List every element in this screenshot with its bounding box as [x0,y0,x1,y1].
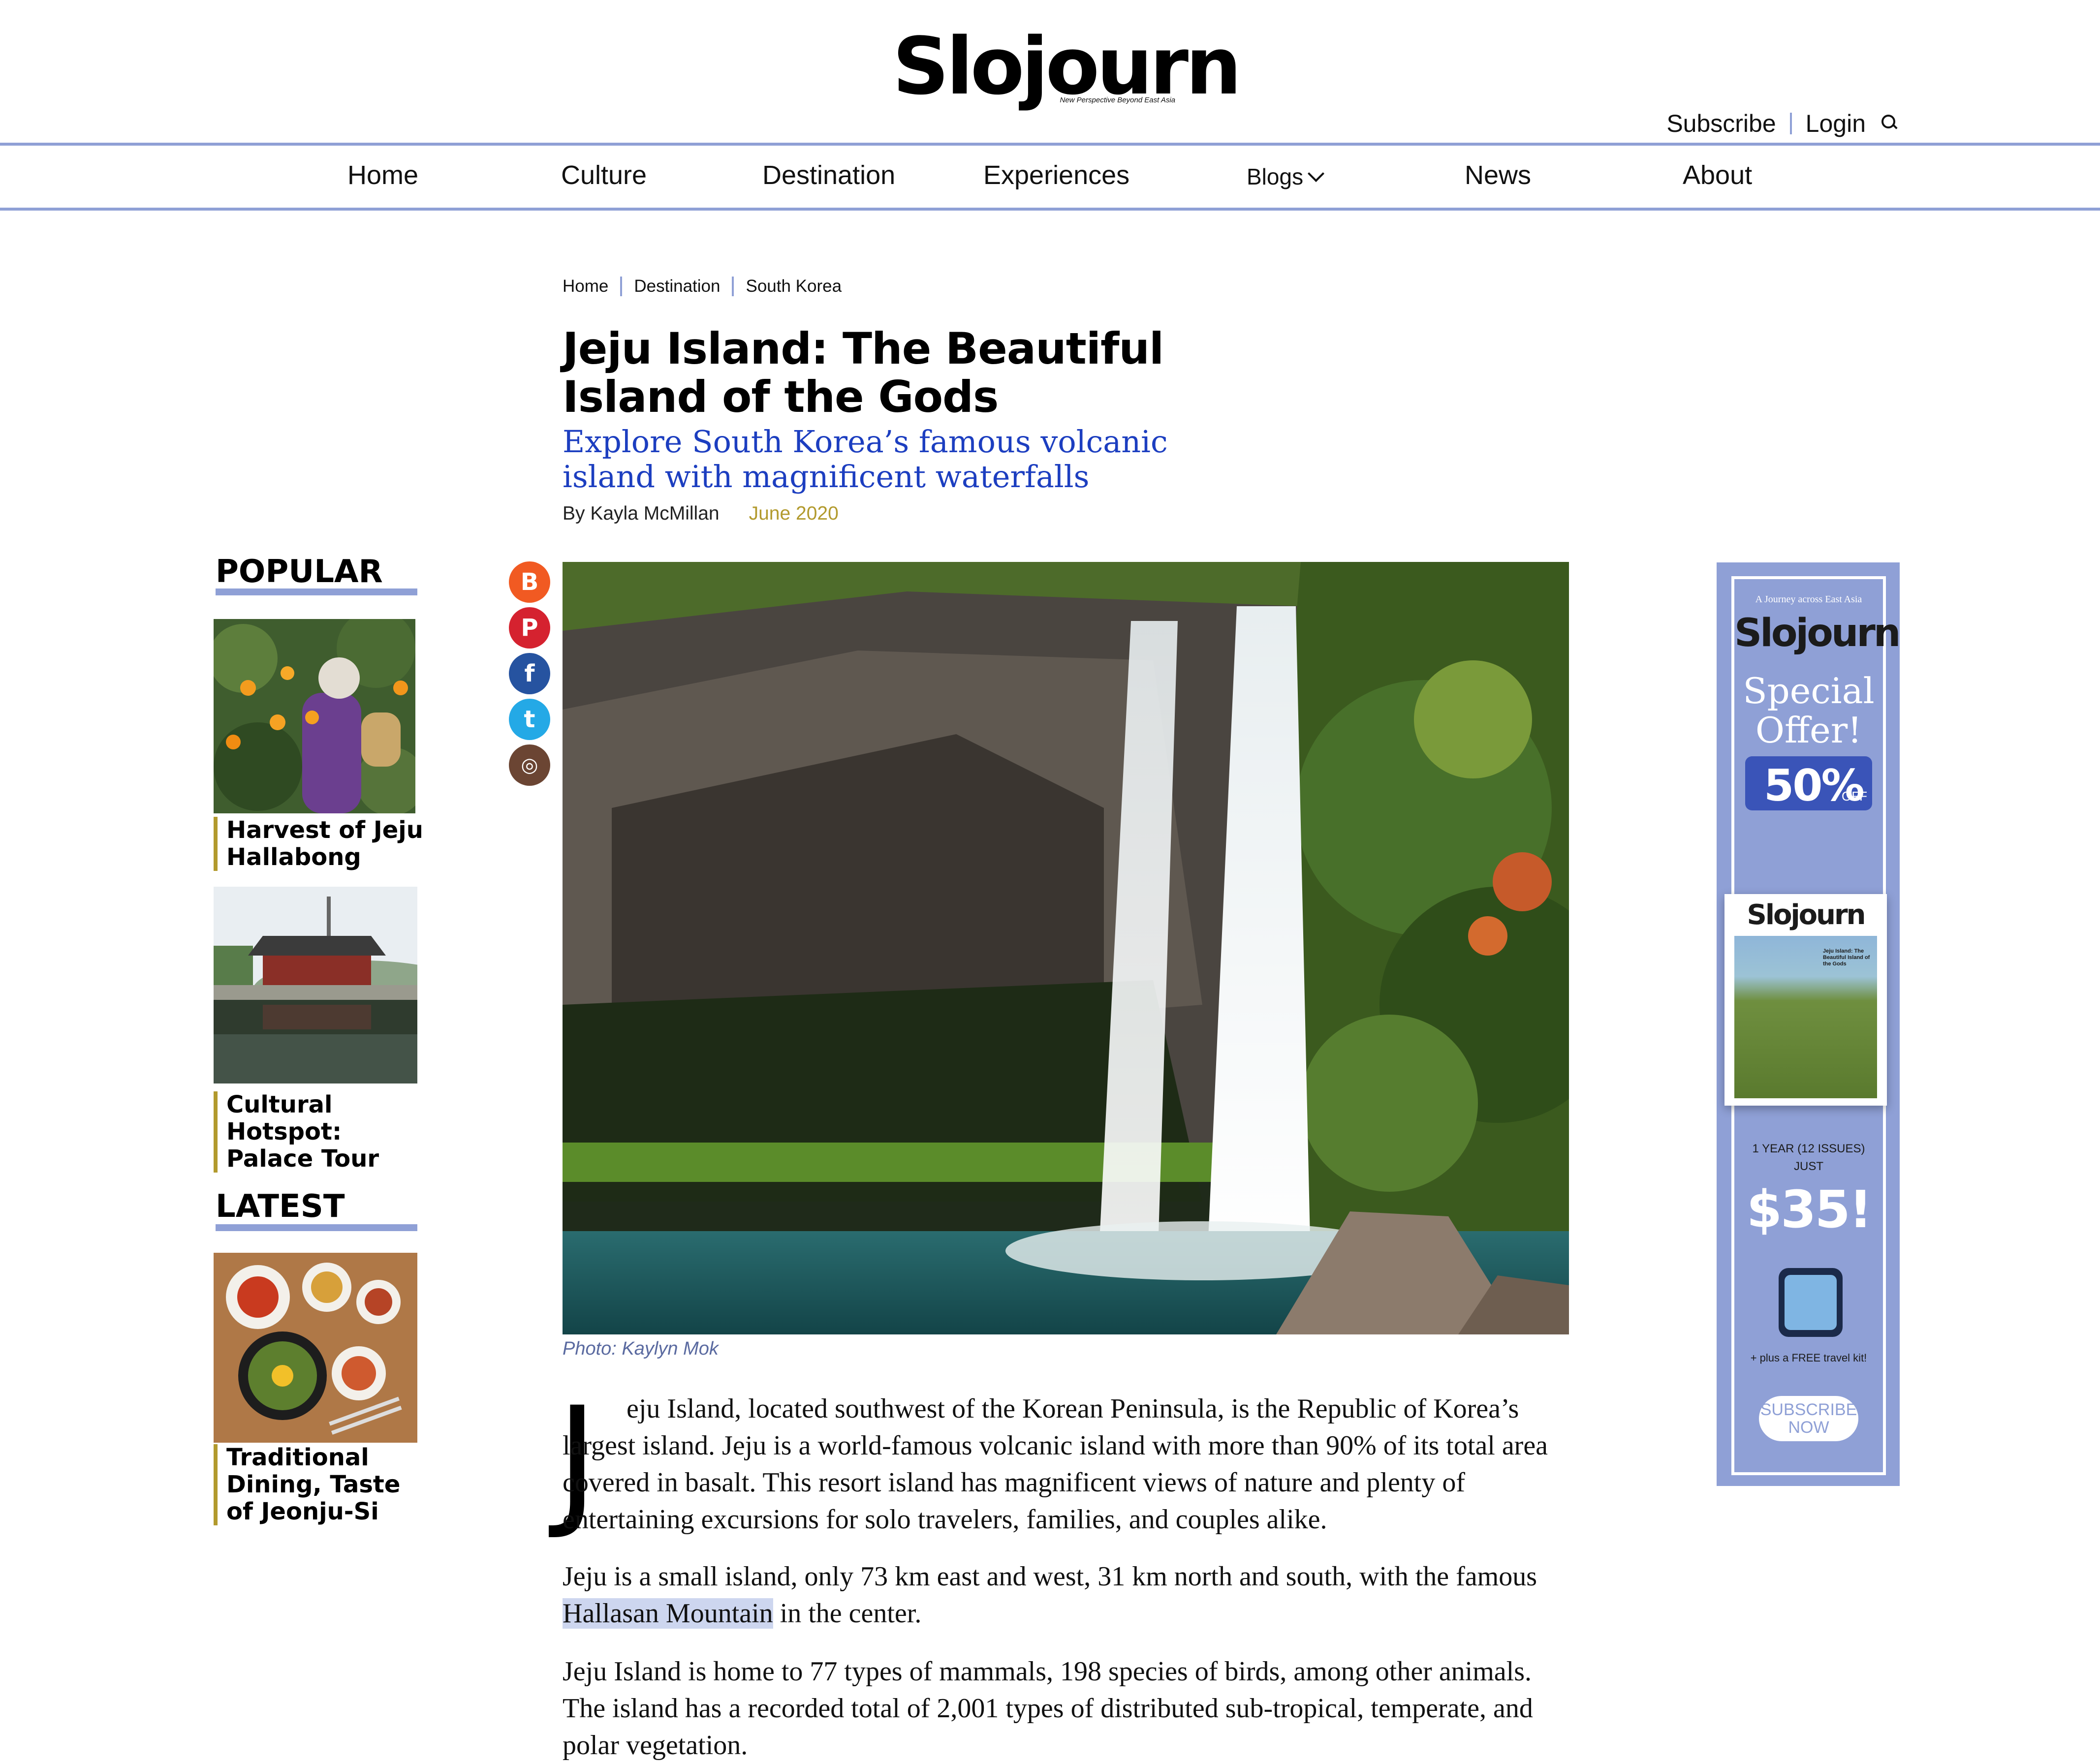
ad-headline-1: Special [1743,670,1875,712]
nav-rule-top [0,143,2100,146]
travel-kit-icon [1779,1268,1843,1337]
nav-home[interactable]: Home [347,160,418,190]
site-logo[interactable]: Slojourn New Perspective Beyond East Asi… [0,27,2100,106]
heading-underline [216,1224,417,1231]
paragraph-2-after: in the center. [773,1598,922,1629]
discount-badge: 50% OFF [1745,756,1872,811]
author[interactable]: By Kayla McMillan [563,503,720,524]
hallasan-link[interactable]: Hallasan Mountain [563,1598,773,1629]
ad-logo: Slojourn [1734,611,1901,655]
latest-caption-dining[interactable]: Traditional Dining, Taste of Jeonju-Si [214,1444,423,1525]
ad-kicker: A Journey across East Asia [1755,594,1862,605]
account-links: Subscribe Login [1666,109,1899,138]
breadcrumb: Home Destination South Korea [563,277,842,296]
divider [620,277,623,296]
popular-caption-hallabong[interactable]: Harvest of Jeju Hallabong [214,817,423,871]
popular-thumb-hallabong[interactable] [214,619,415,813]
nav-rule-bottom [0,208,2100,211]
nav-culture[interactable]: Culture [561,160,647,190]
paragraph-3-text: Jeju Island is home to 77 types of mamma… [563,1656,1533,1761]
instagram-icon[interactable]: ◎ [509,744,550,786]
article-subtitle: Explore South Korea’s famous volcanic is… [563,424,1168,495]
breadcrumb-home[interactable]: Home [563,277,608,296]
twitter-icon[interactable]: t [509,699,550,740]
latest-thumb-dining[interactable] [214,1253,417,1443]
blogger-icon[interactable]: B [509,561,550,603]
hero-image [563,562,1569,1334]
login-link[interactable]: Login [1806,109,1866,138]
latest-heading: LATEST [216,1188,345,1225]
popular-heading: POPULAR [216,554,383,590]
facebook-icon[interactable]: f [509,653,550,694]
subscribe-link[interactable]: Subscribe [1666,109,1776,138]
nav-about[interactable]: About [1683,160,1752,190]
waterfall-image [563,562,1569,1334]
pinterest-icon[interactable]: P [509,607,550,649]
heading-underline [216,588,417,595]
paragraph-3: Jeju Island is home to 77 types of mamma… [563,1653,1569,1764]
subscribe-now-button[interactable]: SUBSCRIBE NOW [1759,1396,1858,1441]
dining-image [214,1253,417,1443]
nav-destination[interactable]: Destination [762,160,895,190]
ad-extra: + plus a FREE travel kit! [1750,1352,1867,1364]
logo-tagline: New Perspective Beyond East Asia [1060,96,1176,104]
divider [732,277,734,296]
nav-blogs[interactable]: Blogs [1247,163,1325,190]
search-icon[interactable] [1880,114,1899,133]
ad-term-1: 1 YEAR (12 ISSUES) [1752,1142,1865,1155]
ad-frame: A Journey across East Asia Slojourn Spec… [1724,576,1901,1475]
ad-term-2: JUST [1794,1160,1823,1173]
byline: By Kayla McMillan June 2020 [563,503,839,525]
ad-headline-2: Offer! [1755,710,1862,751]
subscription-ad[interactable]: A Journey across East Asia Slojourn Spec… [1717,562,1901,1486]
cover-title: Jeju Island: The Beautiful Island of the… [1823,948,1870,967]
popular-thumb-palace[interactable] [214,887,417,1083]
breadcrumb-country[interactable]: South Korea [746,277,842,296]
nav-blogs-label: Blogs [1247,164,1304,189]
cover-logo: Slojourn [1747,899,1866,931]
nav-news[interactable]: News [1465,160,1531,190]
paragraph-2: Jeju is a small island, only 73 km east … [563,1558,1569,1632]
hallabong-image [214,619,415,813]
nav-experiences[interactable]: Experiences [983,160,1129,190]
breadcrumb-destination[interactable]: Destination [634,277,720,296]
discount-suffix: OFF [1842,789,1867,804]
paragraph-2-before: Jeju is a small island, only 73 km east … [563,1561,1537,1592]
chevron-down-icon [1308,165,1325,182]
paragraph-1: eju Island, located southwest of the Kor… [563,1391,1569,1538]
photo-credit: Photo: Kaylyn Mok [563,1338,719,1359]
popular-caption-palace[interactable]: Cultural Hotspot: Palace Tour [214,1091,423,1173]
palace-image [214,887,417,1083]
publish-date: June 2020 [749,503,839,524]
article-title: Jeju Island: The Beautiful Island of the… [563,323,1164,422]
divider [1789,113,1792,134]
magazine-cover: Slojourn Jeju Island: The Beautiful Isla… [1724,894,1887,1106]
ad-price: $35! [1746,1179,1873,1239]
paragraph-1-text: eju Island, located southwest of the Kor… [563,1393,1548,1535]
